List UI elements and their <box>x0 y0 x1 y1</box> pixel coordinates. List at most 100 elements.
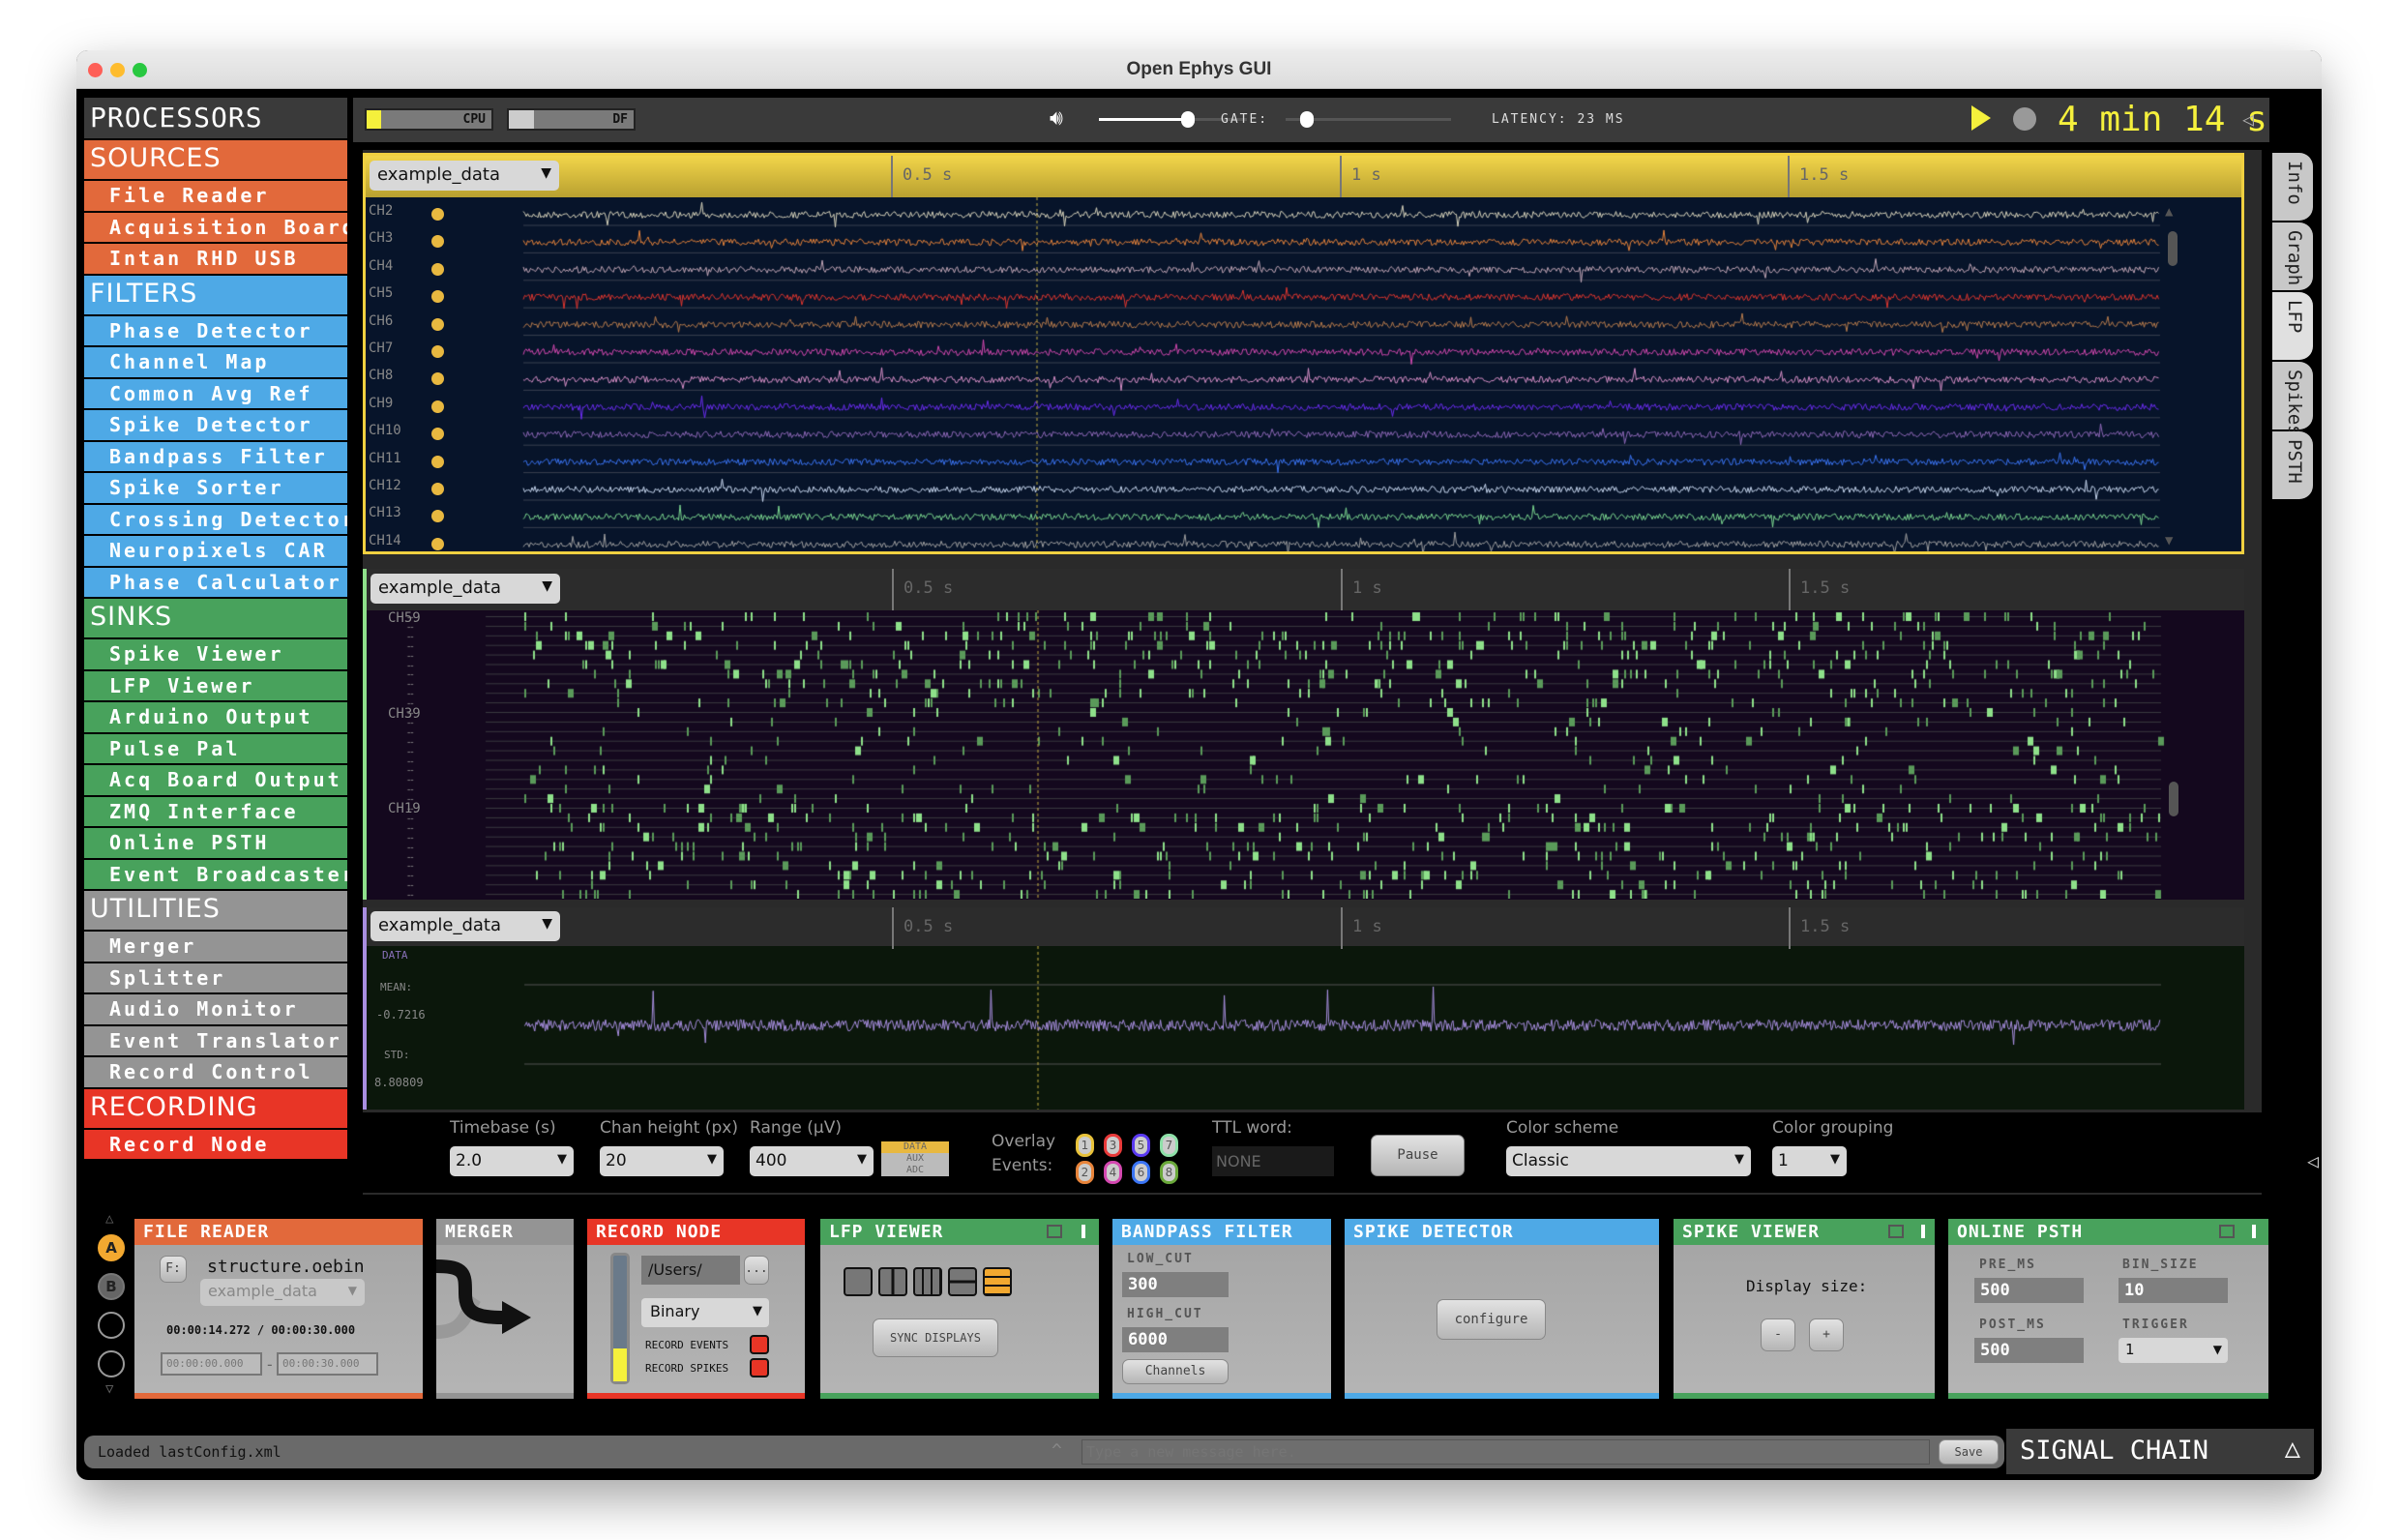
processor-crossing-detector[interactable]: Crossing Detector <box>84 504 347 534</box>
signal-chain-tab-a[interactable]: A <box>98 1234 125 1261</box>
editor-title[interactable]: RECORD NODE <box>587 1219 805 1245</box>
event-channel-6-button[interactable]: 6 <box>1132 1161 1150 1184</box>
processor-neuropixels-car[interactable]: Neuropixels CAR <box>84 536 347 566</box>
post-ms-field[interactable]: 500 <box>1974 1338 2084 1363</box>
layout-two-rows-button[interactable] <box>948 1267 977 1296</box>
processor-phase-calculator[interactable]: Phase Calculator <box>84 567 347 597</box>
processor-channel-map[interactable]: Channel Map <box>84 347 347 377</box>
editor-title[interactable]: SPIKE DETECTOR <box>1345 1219 1659 1245</box>
processor-merger[interactable]: Merger <box>84 932 347 962</box>
file-browse-button[interactable]: F: <box>160 1256 187 1283</box>
event-channel-5-button[interactable]: 5 <box>1132 1134 1150 1157</box>
color-grouping-select[interactable]: 1 ▼ <box>1772 1146 1847 1176</box>
low-cut-field[interactable]: 300 <box>1122 1272 1229 1297</box>
channel-enable-dot[interactable] <box>431 537 444 550</box>
scrollbar[interactable] <box>2169 782 2178 816</box>
save-message-button[interactable]: Save <box>1939 1439 1999 1465</box>
channel-enable-dot[interactable] <box>431 262 444 276</box>
processor-acq-board-output[interactable]: Acq Board Output <box>84 765 347 795</box>
open-window-icon[interactable] <box>1888 1225 1904 1238</box>
editor-title[interactable]: BANDPASS FILTER <box>1112 1219 1331 1245</box>
signal-chain-tab-empty[interactable] <box>98 1350 125 1377</box>
record-button[interactable] <box>2013 107 2036 131</box>
processor-spike-viewer[interactable]: Spike Viewer <box>84 639 347 669</box>
channel-enable-dot[interactable] <box>431 208 444 221</box>
range-type-data[interactable]: DATA <box>881 1141 949 1153</box>
event-channel-2-button[interactable]: 2 <box>1076 1161 1094 1184</box>
tab-spikes[interactable]: Spikes <box>2272 362 2313 436</box>
increase-size-button[interactable]: + <box>1809 1318 1844 1351</box>
event-channel-3-button[interactable]: 3 <box>1104 1134 1122 1157</box>
processor-acquisition-board[interactable]: Acquisition Board <box>84 212 347 242</box>
layout-three-rows-button[interactable] <box>983 1267 1012 1296</box>
category-recording[interactable]: RECORDING <box>84 1088 347 1128</box>
event-channel-1-button[interactable]: 1 <box>1076 1134 1094 1157</box>
collapse-options-icon[interactable]: ◁ <box>2307 1149 2319 1172</box>
tab-psth[interactable]: PSTH <box>2272 431 2313 499</box>
timebase-select[interactable]: 2.0 ▼ <box>450 1146 574 1176</box>
play-button[interactable] <box>1971 105 1991 131</box>
message-input[interactable] <box>1081 1439 1930 1465</box>
color-scheme-select[interactable]: Classic ▼ <box>1506 1146 1751 1176</box>
high-cut-field[interactable]: 6000 <box>1122 1327 1229 1352</box>
signal-chain-toggle[interactable]: SIGNAL CHAIN △ <box>2006 1429 2314 1474</box>
start-time-field[interactable]: 00:00:00.000 <box>161 1352 262 1376</box>
expand-log-icon[interactable]: ^ <box>1052 1440 1062 1461</box>
record-spikes-toggle[interactable] <box>750 1358 769 1377</box>
scroll-up-icon[interactable]: △ <box>105 1211 113 1227</box>
processor-file-reader[interactable]: File Reader <box>84 181 347 211</box>
stream-select[interactable]: example_data ▼ <box>200 1279 365 1306</box>
editor-title[interactable]: FILE READER <box>134 1219 423 1245</box>
stream-selector[interactable]: example_data ▼ <box>370 574 560 604</box>
bin-size-field[interactable]: 10 <box>2119 1278 2228 1303</box>
open-tab-icon[interactable] <box>1081 1225 1085 1238</box>
editor-title[interactable]: MERGER <box>436 1219 574 1245</box>
stream-selector[interactable]: example_data ▼ <box>370 911 560 941</box>
recording-path-field[interactable]: /Users/ <box>641 1256 740 1285</box>
processor-lfp-viewer[interactable]: LFP Viewer <box>84 670 347 700</box>
volume-icon[interactable]: 🔊︎ <box>1050 106 1063 131</box>
record-format-select[interactable]: Binary ▼ <box>641 1298 769 1327</box>
trigger-select[interactable]: 1 ▼ <box>2119 1338 2228 1363</box>
open-window-icon[interactable] <box>1047 1225 1062 1238</box>
layout-three-columns-button[interactable] <box>913 1267 942 1296</box>
open-tab-icon[interactable] <box>1921 1225 1925 1238</box>
browse-path-button[interactable]: ... <box>744 1256 769 1285</box>
processor-pulse-pal[interactable]: Pulse Pal <box>84 733 347 763</box>
processor-intan-rhd-usb[interactable]: Intan RHD USB <box>84 244 347 274</box>
category-utilities[interactable]: UTILITIES <box>84 891 347 930</box>
signal-chain-tab-b[interactable]: B <box>98 1273 125 1300</box>
range-type-adc[interactable]: ADC <box>881 1165 949 1176</box>
range-type-aux[interactable]: AUX <box>881 1153 949 1165</box>
event-channel-7-button[interactable]: 7 <box>1160 1134 1178 1157</box>
tab-info[interactable]: Info <box>2272 153 2313 221</box>
event-channel-4-button[interactable]: 4 <box>1104 1161 1122 1184</box>
processor-phase-detector[interactable]: Phase Detector <box>84 315 347 345</box>
layout-two-columns-button[interactable] <box>878 1267 907 1296</box>
processor-common-avg-ref[interactable]: Common Avg Ref <box>84 378 347 408</box>
tab-lfp[interactable]: LFP <box>2272 292 2313 360</box>
tab-graph[interactable]: Graph <box>2272 222 2313 290</box>
decrease-size-button[interactable]: - <box>1761 1318 1795 1351</box>
scrollbar[interactable] <box>2168 231 2178 266</box>
channel-enable-dot[interactable] <box>431 345 444 358</box>
processor-bandpass-filter[interactable]: Bandpass Filter <box>84 441 347 471</box>
gate-slider[interactable] <box>1286 111 1451 128</box>
processor-spike-sorter[interactable]: Spike Sorter <box>84 473 347 503</box>
processor-zmq-interface[interactable]: ZMQ Interface <box>84 796 347 826</box>
end-time-field[interactable]: 00:00:30.000 <box>277 1352 378 1376</box>
channel-enable-dot[interactable] <box>431 400 444 413</box>
scroll-up-icon[interactable]: ▲ <box>2165 204 2173 220</box>
channels-button[interactable]: Channels <box>1122 1359 1229 1384</box>
channel-enable-dot[interactable] <box>431 483 444 495</box>
category-sources[interactable]: SOURCES <box>84 140 347 179</box>
processor-splitter[interactable]: Splitter <box>84 962 347 992</box>
processor-arduino-output[interactable]: Arduino Output <box>84 702 347 732</box>
processor-record-control[interactable]: Record Control <box>84 1057 347 1087</box>
pre-ms-field[interactable]: 500 <box>1974 1278 2084 1303</box>
processor-event-broadcaster[interactable]: Event Broadcaster <box>84 859 347 889</box>
record-events-toggle[interactable] <box>750 1335 769 1354</box>
chan-height-select[interactable]: 20 ▼ <box>600 1146 724 1176</box>
scroll-down-icon[interactable]: ▼ <box>2165 533 2173 548</box>
event-channel-8-button[interactable]: 8 <box>1160 1161 1178 1184</box>
